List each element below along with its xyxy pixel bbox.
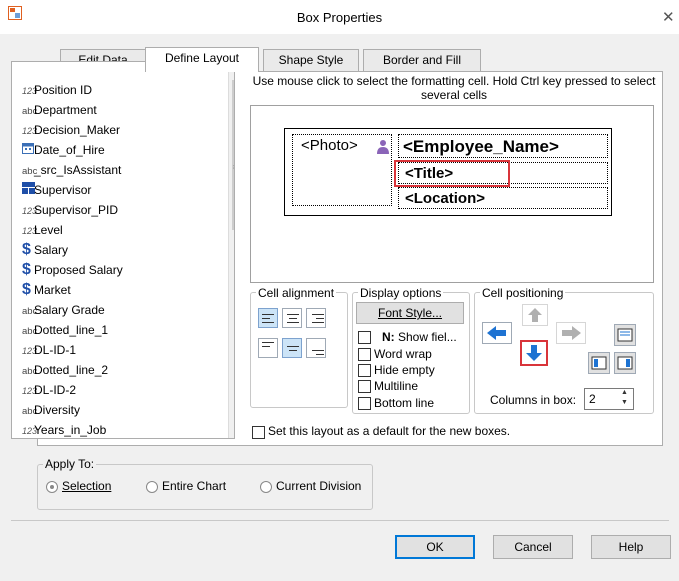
text-icon: abc [22,366,38,377]
number-icon: 123 [22,86,38,96]
cell-location[interactable]: <Location> [398,187,608,209]
text-icon: abc [22,406,38,417]
list-item[interactable]: $ Salary [12,240,222,260]
insert-cell-icon[interactable] [614,324,636,346]
align-bottom-right-button[interactable] [306,338,326,358]
radio-entire-chart-label[interactable]: Entire Chart [162,479,226,493]
radio-current-division-label[interactable]: Current Division [276,479,361,493]
text-icon: abc [22,326,38,337]
close-icon[interactable]: ✕ [662,8,675,26]
dollar-icon: $ [22,241,31,258]
dollar-icon: $ [22,281,31,298]
number-icon: 123 [22,386,38,396]
number-icon: 123 [22,346,38,356]
radio-selection-label[interactable]: Selection [62,479,111,493]
move-up-icon[interactable] [522,304,548,326]
list-item[interactable]: 123Supervisor_PID [12,200,222,220]
field-list-scrollbar[interactable]: ▲ ≡ ▼ [228,62,234,438]
list-item[interactable]: abcDotted_line_1 [12,320,222,340]
show-field-name-checkbox[interactable] [358,331,371,344]
set-default-label: Set this layout as a default for the new… [268,424,511,438]
multiline-label: Multiline [374,379,419,393]
align-middle-left-button[interactable] [258,338,278,358]
grip-icon: ≡ [233,162,234,172]
list-item[interactable]: 123DL-ID-2 [12,380,222,400]
split-cell-right-icon[interactable] [614,352,636,374]
spin-up-icon[interactable]: ▲ [621,389,628,396]
instruction-text: Use mouse click to select the formatting… [252,74,656,102]
n-label: N: [382,330,395,344]
multiline-checkbox[interactable] [358,380,371,393]
list-item[interactable]: $ Market [12,280,222,300]
font-style-button[interactable]: Font Style... [356,302,464,324]
scrollbar-thumb[interactable] [232,80,234,230]
number-icon: 123 [22,226,38,236]
date-icon [12,141,34,161]
show-field-label: Show fiel... [398,330,457,344]
list-item[interactable]: abcSalary Grade [12,300,222,320]
radio-current-division[interactable] [260,481,272,493]
bottom-line-label: Bottom line [374,396,435,410]
radio-selection[interactable] [46,481,58,493]
align-middle-center-button[interactable] [282,338,302,358]
list-item[interactable]: Date_of_Hire [12,140,222,160]
cell-photo[interactable]: <Photo> [292,134,392,206]
cell-positioning-label: Cell positioning [480,286,566,300]
field-list[interactable]: 123Position ID abcDepartment 123Decision… [11,61,235,439]
hide-empty-label: Hide empty [374,363,435,377]
ok-button[interactable]: OK [395,535,475,559]
columns-spinner[interactable]: 2 ▲ ▼ [584,388,634,410]
bottom-line-checkbox[interactable] [358,397,371,410]
list-item[interactable]: abc_src_IsAssistant [12,160,222,180]
number-icon: 123 [22,206,38,216]
list-item[interactable]: $ Proposed Salary [12,260,222,280]
tab-shape-style[interactable]: Shape Style [263,49,359,71]
person-icon [377,140,389,154]
move-right-icon[interactable] [556,322,586,344]
display-options-label: Display options [358,286,444,300]
align-top-center-button[interactable] [282,308,302,328]
radio-entire-chart[interactable] [146,481,158,493]
list-item[interactable]: 123Years_in_Job [12,420,222,438]
divider [11,520,669,521]
number-icon: 123 [22,426,38,436]
list-item[interactable]: abcDotted_line_2 [12,360,222,380]
tab-define-layout[interactable]: Define Layout [145,47,259,72]
cell-alignment-label: Cell alignment [256,286,337,300]
text-icon: abc [22,106,38,117]
move-left-icon[interactable] [482,322,512,344]
tab-border-and-fill[interactable]: Border and Fill [363,49,481,71]
list-item[interactable]: abcDiversity [12,400,222,420]
spin-down-icon[interactable]: ▼ [621,399,628,406]
supervisor-icon [12,181,35,201]
list-item[interactable]: abcDepartment [12,100,222,120]
split-cell-left-icon[interactable] [588,352,610,374]
help-button[interactable]: Help [591,535,671,559]
selection-highlight [394,160,510,187]
number-icon: 123 [22,126,38,136]
list-item[interactable]: Supervisor [12,180,222,200]
list-item[interactable]: 123DL-ID-1 [12,340,222,360]
text-icon: abc [22,166,38,177]
apply-to-label: Apply To: [43,457,97,471]
cancel-button[interactable]: Cancel [493,535,573,559]
list-item[interactable]: 123Decision_Maker [12,120,222,140]
word-wrap-label: Word wrap [374,347,432,361]
list-item[interactable]: 123Position ID [12,80,222,100]
move-down-icon[interactable] [520,340,548,366]
word-wrap-checkbox[interactable] [358,348,371,361]
set-default-checkbox[interactable] [252,426,265,439]
cell-employee-name[interactable]: <Employee_Name> [398,134,608,158]
hide-empty-checkbox[interactable] [358,364,371,377]
photo-placeholder: <Photo> [301,137,358,154]
text-icon: abc [22,306,38,317]
window-title: Box Properties [296,10,383,25]
list-item[interactable]: 123Level [12,220,222,240]
align-top-left-button[interactable] [258,308,278,328]
scroll-down-icon[interactable]: ▼ [233,424,234,433]
columns-in-box-label: Columns in box: [490,393,577,407]
dollar-icon: $ [22,261,31,278]
align-top-right-button[interactable] [306,308,326,328]
